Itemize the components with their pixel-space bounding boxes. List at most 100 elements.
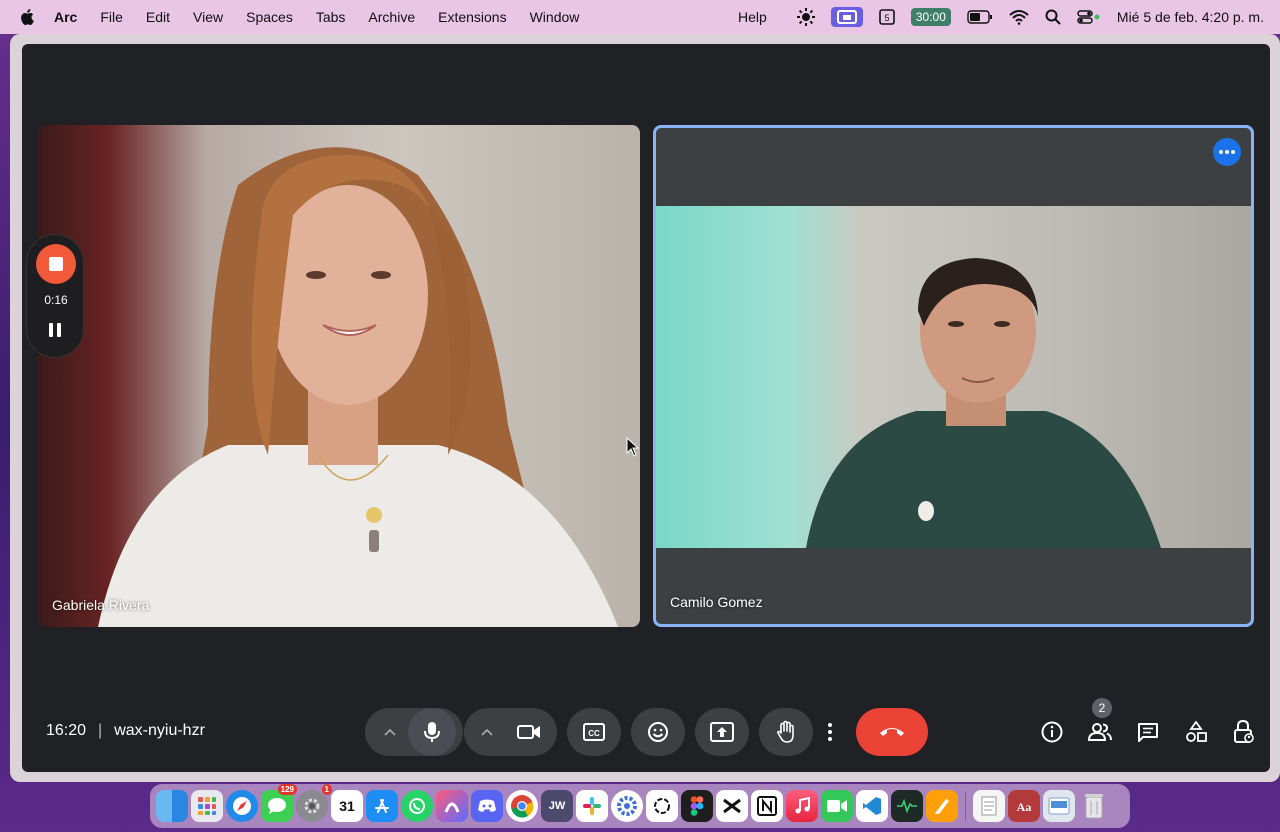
host-controls-button[interactable] <box>1230 718 1258 746</box>
capcut-icon[interactable] <box>716 790 748 822</box>
chat-button[interactable] <box>1134 718 1162 746</box>
reactions-button[interactable] <box>631 708 685 756</box>
jw-label: JW <box>548 800 566 812</box>
menu-help[interactable]: Help <box>738 9 767 25</box>
macos-dock: 129 1 31 JW Aa <box>150 784 1130 828</box>
emoji-icon <box>648 722 668 742</box>
stop-recording-button[interactable] <box>36 244 76 284</box>
lock-person-icon <box>1234 720 1254 743</box>
screen-recorder-widget: 0:16 <box>26 234 84 358</box>
pages-icon[interactable] <box>926 790 958 822</box>
menu-bar: Arc File Edit View Spaces Tabs Archive E… <box>0 0 1280 34</box>
calendar-icon[interactable]: 31 <box>331 790 363 822</box>
control-center-icon[interactable] <box>1077 7 1101 27</box>
recording-elapsed-time: 0:16 <box>44 293 68 307</box>
menu-app-name[interactable]: Arc <box>54 9 77 25</box>
system-settings-icon[interactable]: 1 <box>296 784 332 822</box>
menu-view[interactable]: View <box>193 9 223 25</box>
timer-badge[interactable]: 30:00 <box>910 8 951 26</box>
meeting-details-button[interactable] <box>1038 718 1066 746</box>
meeting-time: 16:20 <box>46 722 87 739</box>
preview-icon[interactable] <box>1043 790 1075 822</box>
meeting-separator: | <box>98 722 103 739</box>
svg-text:CC: CC <box>588 729 600 738</box>
search-icon[interactable] <box>1045 7 1061 27</box>
participant-more-options-button[interactable] <box>1213 138 1241 166</box>
chatgpt-icon[interactable] <box>646 790 678 822</box>
closed-captions-icon: CC <box>583 723 605 741</box>
present-screen-icon <box>710 722 734 742</box>
camera-button[interactable] <box>505 708 553 756</box>
jw-library-icon[interactable]: JW <box>541 790 573 822</box>
svg-text:5: 5 <box>884 13 889 23</box>
participant-name-gabriela: Gabriela Rivera <box>52 597 150 613</box>
app-store-icon[interactable] <box>366 790 398 822</box>
finder-icon[interactable] <box>156 790 188 822</box>
menu-extensions[interactable]: Extensions <box>438 9 506 25</box>
calendar-day: 31 <box>339 798 355 814</box>
meeting-details: 16:20 | wax-nyiu-hzr <box>46 722 205 740</box>
wifi-icon[interactable] <box>1009 7 1029 27</box>
menu-spaces[interactable]: Spaces <box>246 9 293 25</box>
participant-tile-camilo[interactable]: Camilo Gomez <box>653 125 1254 627</box>
video-options-chevron-icon[interactable] <box>469 728 505 736</box>
meet-call-area: Gabriela Rivera Camilo Gomez 16:20 | wax… <box>22 44 1270 772</box>
info-icon <box>1041 721 1063 743</box>
apple-icon[interactable] <box>20 9 34 25</box>
messages-badge: 129 <box>277 784 297 795</box>
menu-window[interactable]: Window <box>530 9 580 25</box>
trash-icon[interactable] <box>1078 790 1110 822</box>
battery-icon[interactable] <box>967 7 993 27</box>
chrome-icon[interactable] <box>506 790 538 822</box>
safari-icon[interactable] <box>226 790 258 822</box>
camera-control-group <box>464 708 557 756</box>
microphone-button[interactable] <box>408 708 456 756</box>
more-options-button[interactable] <box>820 708 840 756</box>
dock-separator <box>965 791 966 821</box>
facetime-icon[interactable] <box>821 790 853 822</box>
people-button[interactable] <box>1086 718 1114 746</box>
audio-options-chevron-icon[interactable] <box>372 728 408 736</box>
music-icon[interactable] <box>786 790 818 822</box>
menu-archive[interactable]: Archive <box>368 9 415 25</box>
svg-text:Aa: Aa <box>1017 800 1032 813</box>
textedit-icon[interactable] <box>973 790 1005 822</box>
raise-hand-button[interactable] <box>759 708 813 756</box>
dictionary-icon[interactable]: Aa <box>1008 790 1040 822</box>
activity-monitor-icon[interactable] <box>891 790 923 822</box>
slack-icon[interactable] <box>576 790 608 822</box>
arc-window: Gabriela Rivera Camilo Gomez 16:20 | wax… <box>10 34 1280 782</box>
activities-button[interactable] <box>1182 718 1210 746</box>
participant-tile-gabriela[interactable]: Gabriela Rivera <box>38 125 640 627</box>
vscode-icon[interactable] <box>856 790 888 822</box>
pause-recording-button[interactable] <box>49 323 61 337</box>
meeting-code: wax-nyiu-hzr <box>114 722 205 739</box>
menu-edit[interactable]: Edit <box>146 9 170 25</box>
menu-file[interactable]: File <box>100 9 123 25</box>
screen-share-status-icon[interactable] <box>830 7 863 27</box>
arc-browser-icon[interactable] <box>436 790 468 822</box>
hand-icon <box>777 720 794 743</box>
participant-count-badge: 2 <box>1092 698 1112 718</box>
chat-icon <box>1138 723 1158 742</box>
figma-icon[interactable] <box>681 790 713 822</box>
menubar-clock[interactable]: Mié 5 de feb. 4:20 p. m. <box>1117 9 1264 25</box>
people-icon <box>1088 723 1112 741</box>
captions-button[interactable]: CC <box>567 708 621 756</box>
leave-call-button[interactable] <box>856 708 928 756</box>
mic-control-group <box>365 708 463 756</box>
more-vertical-icon <box>828 723 832 741</box>
calendar-status-icon[interactable]: 5 <box>879 7 895 27</box>
notion-icon[interactable] <box>751 790 783 822</box>
discord-icon[interactable] <box>471 790 503 822</box>
participant-name-camilo: Camilo Gomez <box>670 594 763 610</box>
present-screen-button[interactable] <box>695 708 749 756</box>
menu-tabs[interactable]: Tabs <box>316 9 346 25</box>
hang-up-icon <box>880 728 904 736</box>
whatsapp-icon[interactable] <box>401 790 433 822</box>
launchpad-icon[interactable] <box>191 790 223 822</box>
messages-icon[interactable]: 129 <box>261 784 297 822</box>
settings-gear-app-icon[interactable] <box>611 790 643 822</box>
brightness-icon[interactable] <box>796 7 815 27</box>
participant-video-camilo <box>656 206 1251 548</box>
